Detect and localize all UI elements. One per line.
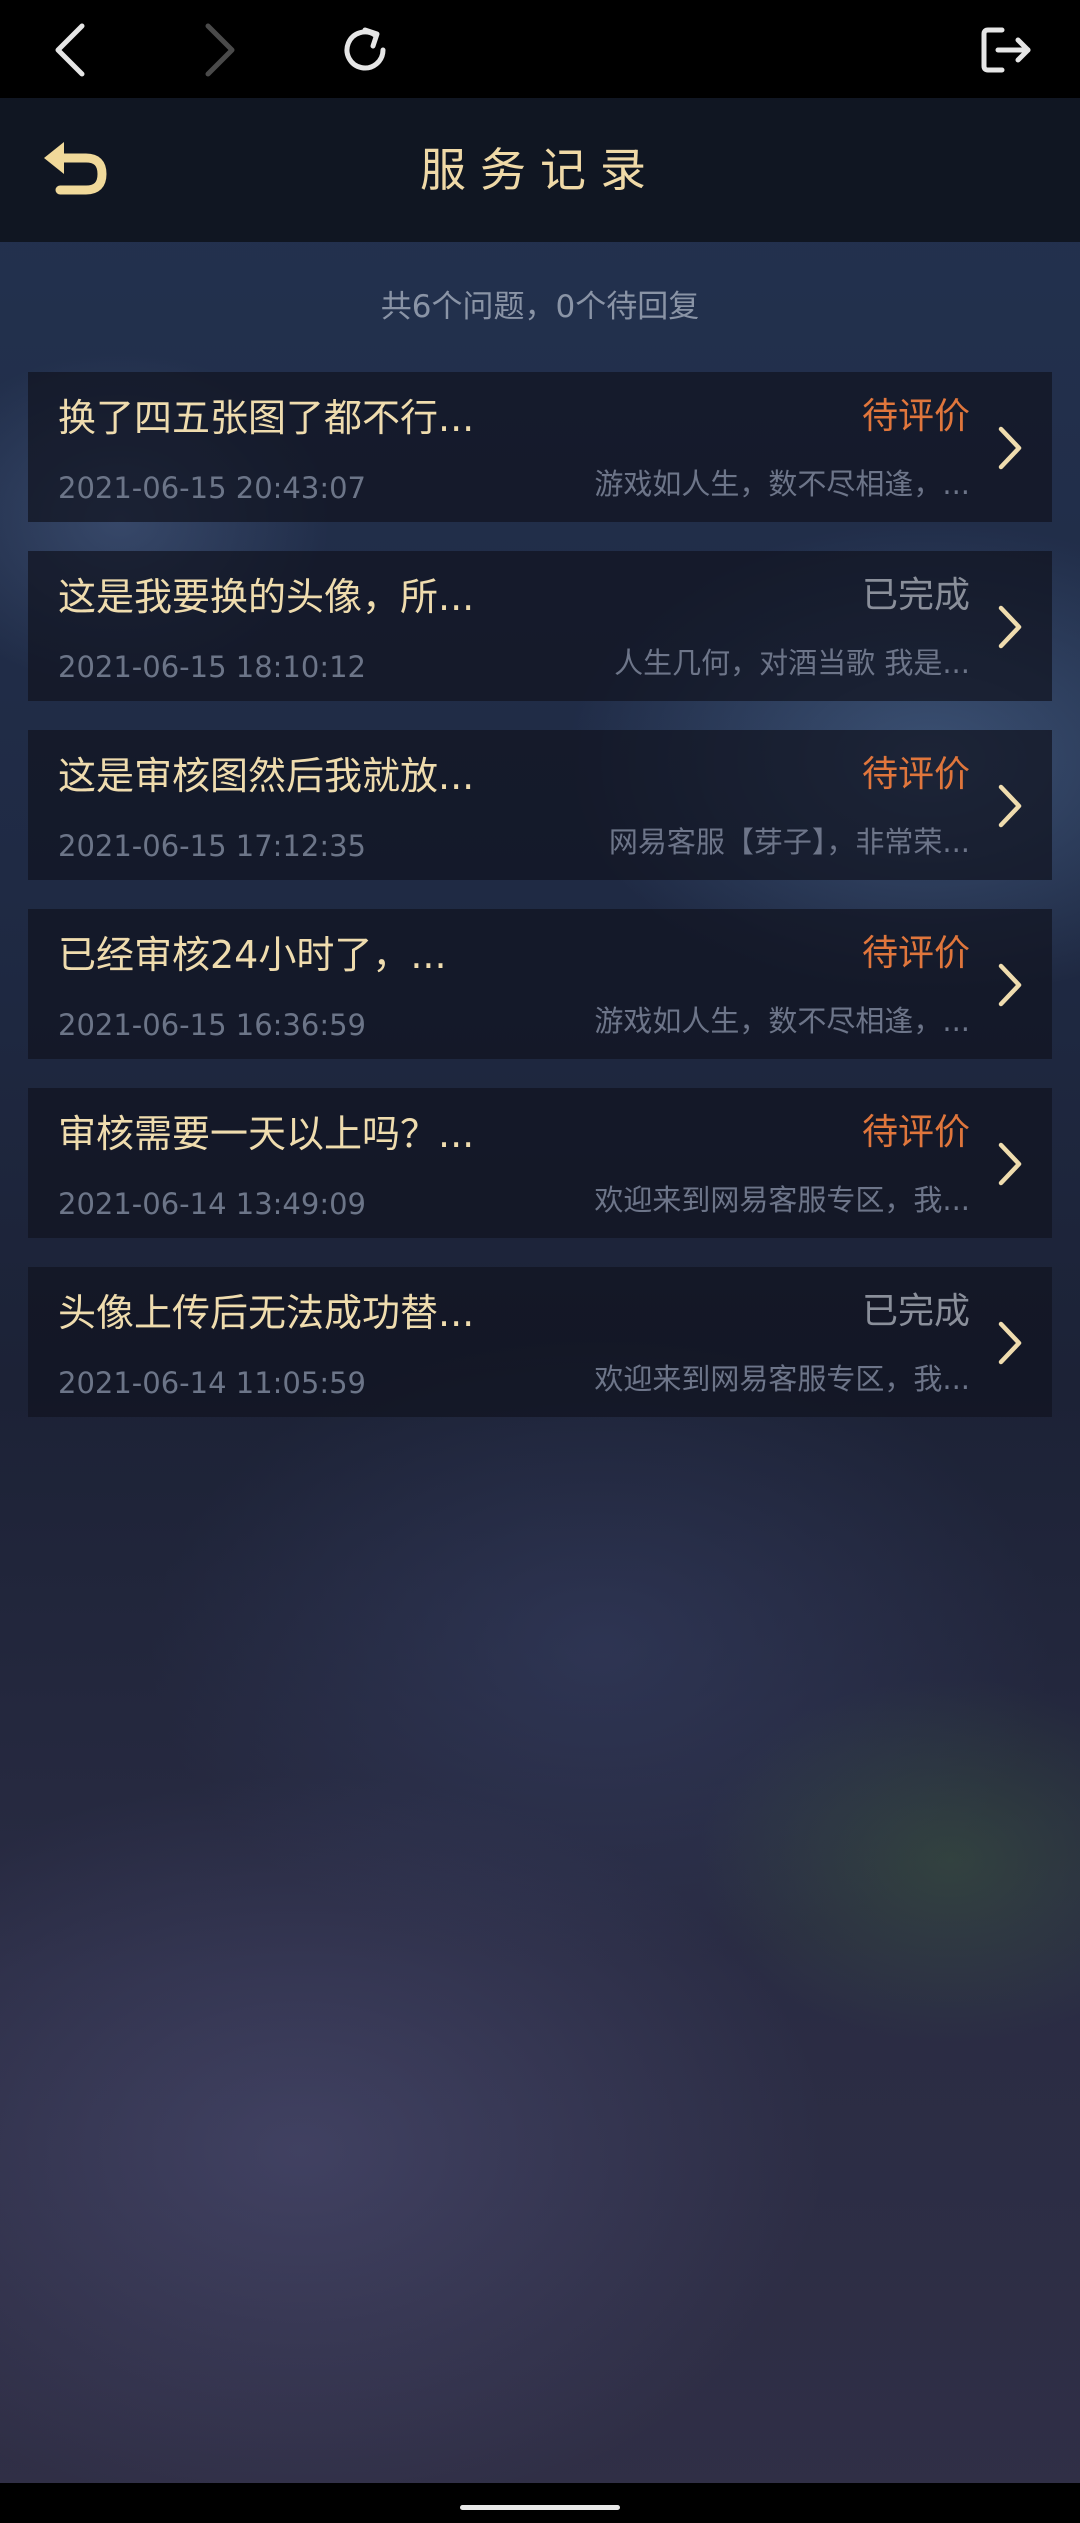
- record-date: 2021-06-15 20:43:07: [58, 471, 366, 505]
- chevron-right-icon: [990, 1317, 1030, 1369]
- record-status: 已完成: [861, 1291, 970, 1332]
- chevron-right-icon: [990, 422, 1030, 474]
- record-item[interactable]: 这是审核图然后我就放... 2021-06-15 17:12:35 待评价 网易…: [28, 730, 1052, 880]
- record-reply-preview: 网易客服【芽子】，非常荣...: [608, 825, 970, 859]
- record-reply-preview: 游戏如人生，数不尽相逢，...: [594, 1004, 970, 1038]
- record-question: 头像上传后无法成功替...: [58, 1291, 475, 1335]
- record-date: 2021-06-14 11:05:59: [58, 1366, 366, 1400]
- record-question: 审核需要一天以上吗？...: [58, 1112, 475, 1156]
- chevron-right-icon: [990, 601, 1030, 653]
- record-question: 已经审核24小时了，...: [58, 933, 447, 977]
- system-nav-bar: [0, 2483, 1080, 2523]
- record-question: 这是审核图然后我就放...: [58, 754, 475, 798]
- chevron-right-icon: [990, 959, 1030, 1011]
- record-reply-preview: 欢迎来到网易客服专区，我...: [594, 1183, 970, 1217]
- chevron-right-icon: [990, 1138, 1030, 1190]
- page: 服务记录 共6个问题，0个待回复 换了四五张图了都不行... 2021-06-1…: [0, 0, 1080, 2523]
- record-reply-preview: 人生几何，对酒当歌 我是...: [614, 646, 970, 680]
- browser-toolbar: [0, 0, 1080, 98]
- record-summary: 共6个问题，0个待回复: [380, 289, 700, 325]
- record-reply-preview: 游戏如人生，数不尽相逢，...: [594, 467, 970, 501]
- forward-icon[interactable]: [184, 14, 256, 86]
- record-status: 已完成: [861, 575, 970, 616]
- record-question: 换了四五张图了都不行...: [58, 396, 475, 440]
- page-title: 服务记录: [420, 143, 660, 197]
- exit-icon[interactable]: [970, 14, 1042, 86]
- record-item[interactable]: 这是我要换的头像，所... 2021-06-15 18:10:12 已完成 人生…: [28, 551, 1052, 701]
- record-date: 2021-06-15 16:36:59: [58, 1008, 366, 1042]
- record-date: 2021-06-15 18:10:12: [58, 650, 366, 684]
- chevron-right-icon: [990, 780, 1030, 832]
- reload-icon[interactable]: [329, 14, 401, 86]
- record-date: 2021-06-15 17:12:35: [58, 829, 366, 863]
- record-question: 这是我要换的头像，所...: [58, 575, 475, 619]
- home-indicator[interactable]: [460, 2505, 620, 2510]
- record-item[interactable]: 换了四五张图了都不行... 2021-06-15 20:43:07 待评价 游戏…: [28, 372, 1052, 522]
- record-date: 2021-06-14 13:49:09: [58, 1187, 366, 1221]
- page-header: 服务记录: [0, 98, 1080, 242]
- record-status: 待评价: [861, 754, 970, 795]
- record-item[interactable]: 已经审核24小时了，... 2021-06-15 16:36:59 待评价 游戏…: [28, 909, 1052, 1059]
- record-list: 换了四五张图了都不行... 2021-06-15 20:43:07 待评价 游戏…: [28, 372, 1052, 1446]
- record-item[interactable]: 头像上传后无法成功替... 2021-06-14 11:05:59 已完成 欢迎…: [28, 1267, 1052, 1417]
- back-icon[interactable]: [34, 14, 106, 86]
- record-status: 待评价: [861, 933, 970, 974]
- record-status: 待评价: [861, 1112, 970, 1153]
- record-status: 待评价: [861, 396, 970, 437]
- record-reply-preview: 欢迎来到网易客服专区，我...: [594, 1362, 970, 1396]
- record-item[interactable]: 审核需要一天以上吗？... 2021-06-14 13:49:09 待评价 欢迎…: [28, 1088, 1052, 1238]
